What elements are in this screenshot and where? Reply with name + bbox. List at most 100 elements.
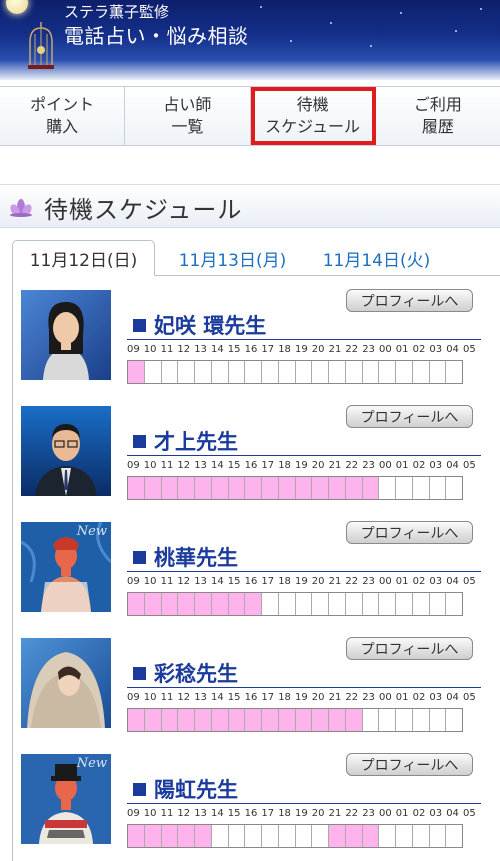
hour-label: 03 — [429, 692, 443, 703]
hour-label: 11 — [160, 460, 174, 471]
fortune-teller-name[interactable]: 妃咲 環先生 — [133, 310, 266, 340]
slot-available — [195, 825, 212, 847]
slot-available — [262, 709, 279, 731]
profile-button[interactable]: プロフィールへ — [346, 405, 473, 428]
birdcage-logo[interactable] — [26, 20, 56, 72]
slot-unavailable — [396, 825, 413, 847]
slot-unavailable — [262, 593, 279, 615]
hour-label: 23 — [362, 808, 375, 819]
fortune-teller-name[interactable]: 才上先生 — [133, 426, 238, 456]
slot-available — [345, 709, 363, 731]
slot-available — [245, 593, 262, 615]
hour-label: 22 — [345, 460, 359, 471]
slot-unavailable — [211, 361, 229, 383]
slot-available — [329, 709, 346, 731]
hour-label: 04 — [446, 460, 459, 471]
availability-grid — [127, 708, 463, 732]
fortune-teller-photo[interactable] — [21, 406, 111, 496]
hour-label: 01 — [395, 808, 409, 819]
fortune-teller-name-text: 陽虹先生 — [154, 778, 238, 802]
hour-label: 03 — [429, 576, 443, 587]
fortune-teller-name[interactable]: 彩稔先生 — [133, 658, 238, 688]
divider — [127, 339, 481, 340]
square-bullet-icon — [133, 318, 146, 332]
slot-available — [144, 825, 162, 847]
slot-unavailable — [396, 477, 413, 499]
slot-unavailable — [295, 593, 313, 615]
fortune-teller-photo[interactable]: New — [21, 754, 111, 844]
slot-available — [128, 593, 145, 615]
square-bullet-icon — [133, 434, 146, 448]
slot-unavailable — [429, 361, 447, 383]
slot-unavailable — [362, 361, 380, 383]
hour-label: 15 — [227, 692, 241, 703]
hour-label: 10 — [143, 460, 157, 471]
slot-unavailable — [228, 825, 246, 847]
hour-label: 14 — [211, 692, 224, 703]
fortune-teller-name[interactable]: 陽虹先生 — [133, 774, 238, 804]
hour-label: 20 — [311, 460, 325, 471]
hour-label: 00 — [379, 344, 392, 355]
hour-label: 00 — [379, 808, 392, 819]
fortune-teller-name[interactable]: 桃華先生 — [133, 542, 238, 572]
hour-label: 23 — [362, 692, 375, 703]
fortune-teller-photo[interactable] — [21, 638, 111, 728]
hour-label: 20 — [311, 692, 325, 703]
fortune-teller-card: プロフィールへ 彩稔先生 09 10 11 12 13 14 15 16 17 18 19 20 21 22 2… — [21, 637, 493, 743]
hour-label: 22 — [345, 808, 359, 819]
profile-button[interactable]: プロフィールへ — [346, 521, 473, 544]
slot-unavailable — [412, 361, 430, 383]
hour-label: 01 — [395, 576, 409, 587]
nav-schedule[interactable]: 待機 スケジュール — [250, 87, 376, 145]
slot-unavailable — [412, 825, 430, 847]
hour-label: 00 — [379, 692, 392, 703]
hour-label: 09 — [127, 344, 140, 355]
hour-label: 21 — [328, 344, 342, 355]
slot-available — [295, 477, 313, 499]
nav-buy-points[interactable]: ポイント 購入 — [0, 87, 126, 145]
fortune-teller-card: New プロフィールへ 桃華先生 09 10 11 12 13 14 15 16 17 18 19 20 21… — [21, 521, 493, 627]
slot-unavailable — [446, 825, 462, 847]
hour-label: 14 — [211, 460, 224, 471]
hour-label: 15 — [227, 460, 241, 471]
hour-label: 23 — [362, 344, 375, 355]
slot-unavailable — [362, 593, 380, 615]
slot-unavailable — [345, 593, 363, 615]
slot-unavailable — [278, 593, 296, 615]
nav-fortune-tellers[interactable]: 占い師 一覧 — [125, 87, 251, 145]
hour-label: 21 — [328, 576, 342, 587]
fortune-teller-name-text: 妃咲 環先生 — [154, 314, 267, 338]
hour-label: 04 — [446, 808, 459, 819]
tab-nov-12[interactable]: 11月12日(日) — [12, 240, 155, 276]
hour-label: 11 — [160, 344, 174, 355]
slot-available — [262, 477, 279, 499]
fortune-teller-name-text: 桃華先生 — [154, 546, 238, 570]
slot-available — [161, 825, 179, 847]
hour-label: 04 — [446, 576, 459, 587]
slot-unavailable — [379, 477, 396, 499]
hour-label: 13 — [194, 692, 207, 703]
slot-available — [161, 593, 179, 615]
hour-label: 09 — [127, 808, 140, 819]
hour-labels: 09 10 11 12 13 14 15 16 17 18 19 20 21 22 23 00 01 02 03 04… — [127, 344, 483, 360]
divider — [127, 455, 481, 456]
slot-available — [144, 709, 162, 731]
tab-nov-14[interactable]: 11月14日(火) — [314, 240, 439, 276]
slot-available — [211, 709, 229, 731]
tab-nov-13[interactable]: 11月13日(月) — [170, 240, 295, 276]
fortune-teller-photo[interactable] — [21, 290, 111, 380]
hour-label: 12 — [177, 808, 191, 819]
hour-label: 16 — [244, 460, 258, 471]
hour-label: 16 — [244, 344, 258, 355]
site-title[interactable]: 電話占い・悩み相談 — [64, 20, 249, 49]
slot-available — [144, 477, 162, 499]
slot-unavailable — [312, 825, 329, 847]
hour-label: 09 — [127, 576, 140, 587]
profile-button[interactable]: プロフィールへ — [346, 753, 473, 776]
fortune-teller-photo[interactable]: New — [21, 522, 111, 612]
profile-button[interactable]: プロフィールへ — [346, 637, 473, 660]
slot-unavailable — [278, 825, 296, 847]
hour-label: 19 — [295, 692, 308, 703]
nav-usage-history[interactable]: ご利用 履歴 — [376, 87, 500, 145]
profile-button[interactable]: プロフィールへ — [346, 289, 473, 312]
